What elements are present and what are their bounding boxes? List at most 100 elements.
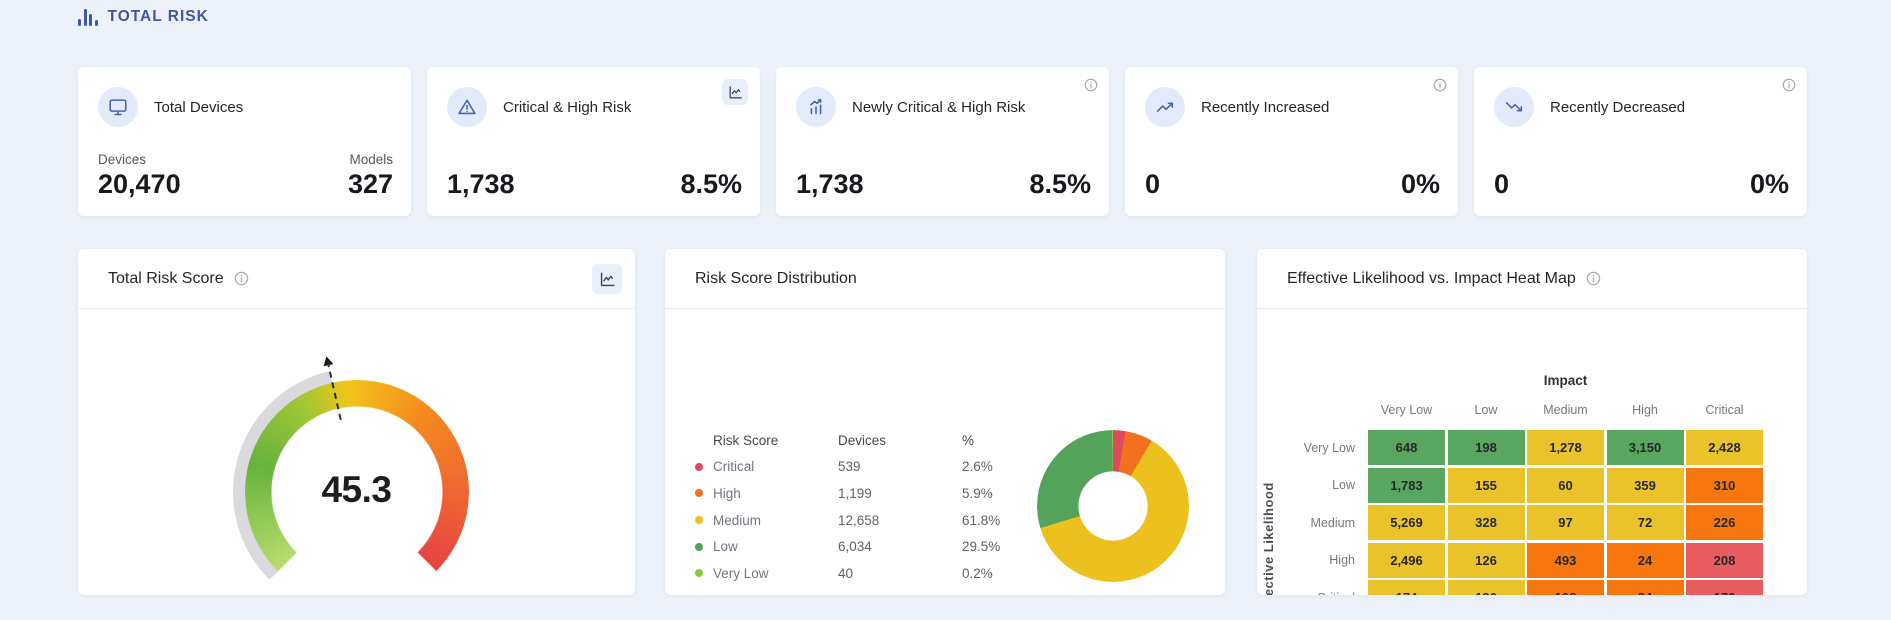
heatmap-row-label: Low (1257, 468, 1355, 503)
card-newly-critical-high-risk: Newly Critical & High Risk 1,738 8.5% (776, 67, 1109, 216)
legend-dot (695, 463, 703, 471)
panel-risk-score-distribution: Risk Score Distribution Risk Score Devic… (665, 249, 1225, 595)
heatmap-col-header: Critical (1686, 403, 1763, 417)
heatmap-cell[interactable]: 1,783 (1368, 468, 1445, 503)
heatmap-cell[interactable]: 126 (1448, 543, 1525, 578)
devices-value: 20,470 (98, 169, 181, 200)
legend-dot (695, 543, 703, 551)
card-percent: 8.5% (680, 169, 742, 200)
info-icon[interactable] (1585, 270, 1602, 287)
models-label: Models (348, 152, 393, 167)
legend-dot (695, 516, 703, 524)
page-title: TOTAL RISK (108, 8, 209, 26)
bar-chart-icon (78, 8, 98, 26)
heatmap-row-label: High (1257, 543, 1355, 578)
heatmap-cell[interactable]: 24 (1607, 543, 1684, 578)
panel-title: Total Risk Score (108, 270, 224, 288)
heatmap-col-header: High (1607, 403, 1684, 417)
devices-count: 6,034 (838, 539, 962, 554)
trending-down-icon (1494, 87, 1534, 127)
heatmap-col-headers: Very LowLowMediumHighCritical (1368, 403, 1763, 417)
card-title: Recently Increased (1201, 99, 1329, 116)
card-critical-high-risk: Critical & High Risk 1,738 8.5% (427, 67, 760, 216)
heatmap-cell[interactable]: 97 (1527, 505, 1604, 540)
heatmap-cell[interactable]: 2,428 (1686, 430, 1763, 465)
card-percent: 0% (1750, 169, 1789, 200)
heatmap-col-header: Medium (1527, 403, 1604, 417)
heatmap-cell[interactable]: 310 (1686, 468, 1763, 503)
heatmap-cell[interactable]: 136 (1448, 580, 1525, 595)
heatmap-cell[interactable]: 493 (1527, 543, 1604, 578)
heatmap-cell[interactable]: 84 (1607, 580, 1684, 595)
gauge-value: 45.3 (233, 469, 481, 511)
panel-heatmap: Effective Likelihood vs. Impact Heat Map… (1257, 249, 1807, 595)
devices-count: 1,199 (838, 486, 962, 501)
heatmap-cell[interactable]: 198 (1527, 580, 1604, 595)
devices-count: 40 (838, 566, 962, 581)
risk-level-label: High (713, 486, 741, 501)
risk-distribution-donut-chart[interactable] (1037, 430, 1189, 582)
devices-count: 12,658 (838, 513, 962, 528)
heatmap-cell[interactable]: 2,496 (1368, 543, 1445, 578)
card-value: 1,738 (447, 169, 515, 200)
trending-up-icon (1145, 87, 1185, 127)
card-percent: 0% (1401, 169, 1440, 200)
distribution-row-high: High 1,1995.9% (695, 480, 1025, 507)
card-value: 1,738 (796, 169, 864, 200)
heatmap-cell[interactable]: 3,150 (1607, 430, 1684, 465)
heatmap-cell[interactable]: 208 (1686, 543, 1763, 578)
trend-chart-button[interactable] (592, 264, 622, 294)
page-header: TOTAL RISK (78, 8, 209, 26)
monitor-icon (98, 87, 138, 127)
distribution-row-low: Low 6,03429.5% (695, 533, 1025, 560)
card-percent: 8.5% (1029, 169, 1091, 200)
info-icon[interactable] (1781, 77, 1797, 93)
distribution-table: Risk Score Devices % Critical5392.6%High… (695, 427, 1025, 587)
heatmap-col-header: Very Low (1368, 403, 1445, 417)
heatmap-cell[interactable]: 155 (1448, 468, 1525, 503)
devices-percent: 29.5% (962, 539, 1022, 554)
panel-total-risk-score: Total Risk Score 45.3 (78, 249, 635, 595)
heatmap-cell[interactable]: 226 (1686, 505, 1763, 540)
card-value: 0 (1494, 169, 1509, 200)
heatmap-cell[interactable]: 328 (1448, 505, 1525, 540)
legend-dot (695, 489, 703, 497)
heatmap-cell[interactable]: 198 (1448, 430, 1525, 465)
heatmap-cell[interactable]: 1,278 (1527, 430, 1604, 465)
devices-count: 539 (838, 459, 962, 474)
info-icon[interactable] (233, 270, 250, 287)
heatmap-col-header: Low (1448, 403, 1525, 417)
dashboard-page: TOTAL RISK Total Devices Devices 20,470 … (0, 0, 1891, 620)
heatmap-cell[interactable]: 648 (1368, 430, 1445, 465)
distribution-row-medium: Medium 12,65861.8% (695, 507, 1025, 534)
devices-percent: 0.2% (962, 566, 1022, 581)
card-title: Recently Decreased (1550, 99, 1685, 116)
devices-percent: 5.9% (962, 486, 1022, 501)
legend-dot (695, 569, 703, 577)
models-value: 327 (348, 169, 393, 200)
risk-score-gauge: 45.3 (233, 368, 481, 595)
heatmap-cell[interactable]: 170 (1686, 580, 1763, 595)
info-icon[interactable] (1083, 77, 1099, 93)
alert-triangle-icon (447, 87, 487, 127)
heatmap-row-label: Critical (1257, 580, 1355, 595)
risk-level-label: Low (713, 539, 738, 554)
heatmap-cell[interactable]: 5,269 (1368, 505, 1445, 540)
heatmap-cell[interactable]: 72 (1607, 505, 1684, 540)
heatmap-cell[interactable]: 60 (1527, 468, 1604, 503)
heatmap-cell[interactable]: 359 (1607, 468, 1684, 503)
devices-percent: 61.8% (962, 513, 1022, 528)
panel-title: Effective Likelihood vs. Impact Heat Map (1287, 270, 1576, 288)
trend-chart-button[interactable] (722, 79, 748, 105)
heatmap-row-label: Very Low (1257, 430, 1355, 465)
heatmap-cell[interactable]: 174 (1368, 580, 1445, 595)
heatmap-row-labels: Very LowLowMediumHighCritical (1257, 430, 1355, 595)
devices-percent: 2.6% (962, 459, 1022, 474)
card-total-devices: Total Devices Devices 20,470 Models 327 (78, 67, 411, 216)
risk-level-label: Very Low (713, 566, 769, 581)
info-icon[interactable] (1432, 77, 1448, 93)
distribution-row-critical: Critical5392.6% (695, 454, 1025, 481)
kpi-cards-row: Total Devices Devices 20,470 Models 327 (78, 67, 1807, 216)
card-value: 0 (1145, 169, 1160, 200)
risk-level-label: Medium (713, 513, 761, 528)
